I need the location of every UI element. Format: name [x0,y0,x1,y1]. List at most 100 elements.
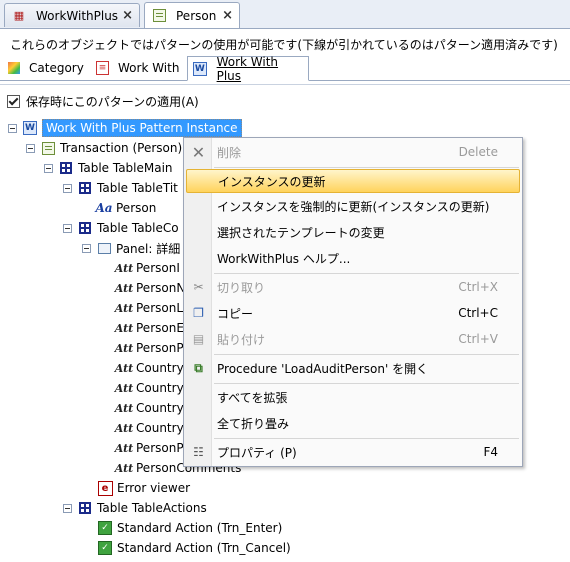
collapse-icon[interactable] [26,143,35,153]
panel-icon [96,240,112,256]
table-icon [77,180,93,196]
apply-on-save-checkbox[interactable] [7,95,20,108]
apply-on-save-label: 保存時にこのパターンの適用(A) [26,95,199,109]
tree-node-label: Work With Plus Pattern Instance [42,119,242,137]
menu-item-expand-all[interactable]: すべてを拡張 [186,385,520,409]
tree-node-label: PersonP [136,341,184,355]
apply-on-save-option[interactable]: 保存時にこのパターンの適用(A) [7,93,199,110]
attribute-icon: Att [114,461,134,475]
pattern-tab-bar: Category ≡ Work With W Work With Plus [0,54,570,83]
menu-item-label: すべてを拡張 [217,390,288,405]
close-icon[interactable]: × [222,8,233,23]
tree-node-attribute[interactable]: Att PersonP [115,438,184,458]
menu-item-shortcut: Ctrl+C [458,306,498,320]
tab-category[interactable]: Category [4,56,88,80]
tree-node-attribute[interactable]: Att Country [115,378,184,398]
properties-icon: ☷ [193,445,204,459]
tab-workwithplus[interactable]: ▦ WorkWithPlus × [4,3,140,27]
tree-node-attribute[interactable]: Att PersonL [115,298,184,318]
close-icon[interactable]: × [122,8,133,23]
document-tab-bar: ▦ WorkWithPlus × Person × [0,0,570,29]
tree-node-label: PersonN [136,281,186,295]
tab-label: Work With Plus [216,54,279,83]
tree-node-label: Panel: 詳細 [116,241,181,256]
tree-node-attribute[interactable]: Att PersonP [115,338,184,358]
tree-node-transaction[interactable]: Transaction (Person) [26,138,182,158]
tree-node-action[interactable]: ✓ Standard Action (Trn_Cancel) [97,538,291,558]
tab-label: Category [29,61,84,75]
tree-node-attribute[interactable]: Att Country [115,418,184,438]
tree-node-attribute[interactable]: Att PersonN [115,278,186,298]
tree-node-label: Table TableCo [97,221,179,235]
menu-item-cut[interactable]: ✂ 切り取り Ctrl+X [186,275,520,299]
tree-node-label: PersonE [136,321,184,335]
tree-node-label: Error viewer [117,481,191,495]
work-with-icon: ≡ [96,61,109,75]
tree-node-label: PersonL [136,301,184,315]
tree-node-root[interactable]: W Work With Plus Pattern Instance [8,118,242,138]
category-icon [8,62,20,74]
tree-node-table-actions[interactable]: Table TableActions [63,498,207,518]
menu-item-delete[interactable]: ✕ 削除 Delete [186,140,520,164]
tree-node-table-title[interactable]: Table TableTit [63,178,178,198]
menu-separator [214,167,519,168]
tab-work-with-plus[interactable]: W Work With Plus [187,54,309,83]
menu-item-collapse-all[interactable]: 全て折り畳み [186,411,520,435]
menu-item-change-template[interactable]: 選択されたテンプレートの変更 [186,220,520,244]
procedure-icon: ⧉ [194,360,203,375]
menu-item-open-procedure[interactable]: ⧉ Procedure 'LoadAuditPerson' を開く [186,356,520,380]
transaction-icon [40,140,56,156]
menu-item-force-update[interactable]: インスタンスを強制的に更新(インスタンスの更新) [186,194,520,218]
paste-icon: ▤ [192,332,205,346]
tab-work-with[interactable]: ≡ Work With [92,56,183,80]
tree-node-label: Country [136,381,184,395]
wwp-object-icon: ▦ [13,9,25,22]
tree-node-label: Country [136,421,184,435]
tree-node-action[interactable]: ✓ Standard Action (Trn_Enter) [97,518,282,538]
menu-item-copy[interactable]: ❐ コピー Ctrl+C [186,301,520,325]
menu-item-update-instance[interactable]: インスタンスの更新 [186,169,520,193]
menu-item-properties[interactable]: ☷ プロパティ (P) F4 [186,440,520,464]
menu-item-label: WorkWithPlus ヘルプ... [217,251,351,266]
collapse-icon[interactable] [8,123,17,133]
tree-node-label: Person [116,201,157,215]
collapse-icon[interactable] [44,163,53,173]
menu-item-help[interactable]: WorkWithPlus ヘルプ... [186,246,520,270]
tab-person[interactable]: Person × [144,2,240,28]
tree-node-table-content[interactable]: Table TableCo [63,218,179,238]
menu-item-paste[interactable]: ▤ 貼り付け Ctrl+V [186,327,520,351]
tree-node-label: Table TableMain [78,161,173,175]
table-icon [77,500,93,516]
menu-item-label: 全て折り畳み [217,416,290,431]
tree-node-text[interactable]: Aa Person [95,198,157,218]
tree-node-label: Country [136,401,184,415]
collapse-icon[interactable] [63,183,72,193]
tree-node-attribute[interactable]: Att PersonI [114,258,180,278]
collapse-icon[interactable] [63,503,72,513]
menu-item-label: 削除 [217,145,242,160]
menu-item-shortcut: F4 [483,445,498,459]
menu-item-shortcut: Ctrl+X [458,280,498,294]
tree-node-error-viewer[interactable]: e Error viewer [97,478,190,498]
tree-node-label: PersonI [136,261,180,275]
tree-node-label: Standard Action (Trn_Cancel) [117,541,291,555]
tree-node-label: PersonP [136,441,184,455]
tree-node-panel[interactable]: Panel: 詳細 [82,238,180,258]
menu-item-label: 切り取り [217,280,266,295]
tree-node-attribute[interactable]: Att PersonE [114,318,184,338]
table-icon [58,160,74,176]
tree-node-attribute[interactable]: Att Country [115,358,184,378]
menu-item-label: コピー [217,306,254,321]
attribute-icon: Att [114,321,134,335]
tree-node-table-main[interactable]: Table TableMain [44,158,173,178]
collapse-icon[interactable] [82,243,91,253]
collapse-icon[interactable] [63,223,72,233]
wwp-pattern-icon: W [22,120,38,136]
tree-node-label: Transaction (Person) [60,141,183,155]
tab-label: Work With [118,61,180,75]
attribute-icon: Att [114,261,134,275]
scissors-icon: ✂ [193,280,204,294]
tree-node-attribute[interactable]: Att Country [115,398,184,418]
menu-item-label: Procedure 'LoadAuditPerson' を開く [217,361,429,376]
menu-item-label: インスタンスの更新 [218,174,326,189]
